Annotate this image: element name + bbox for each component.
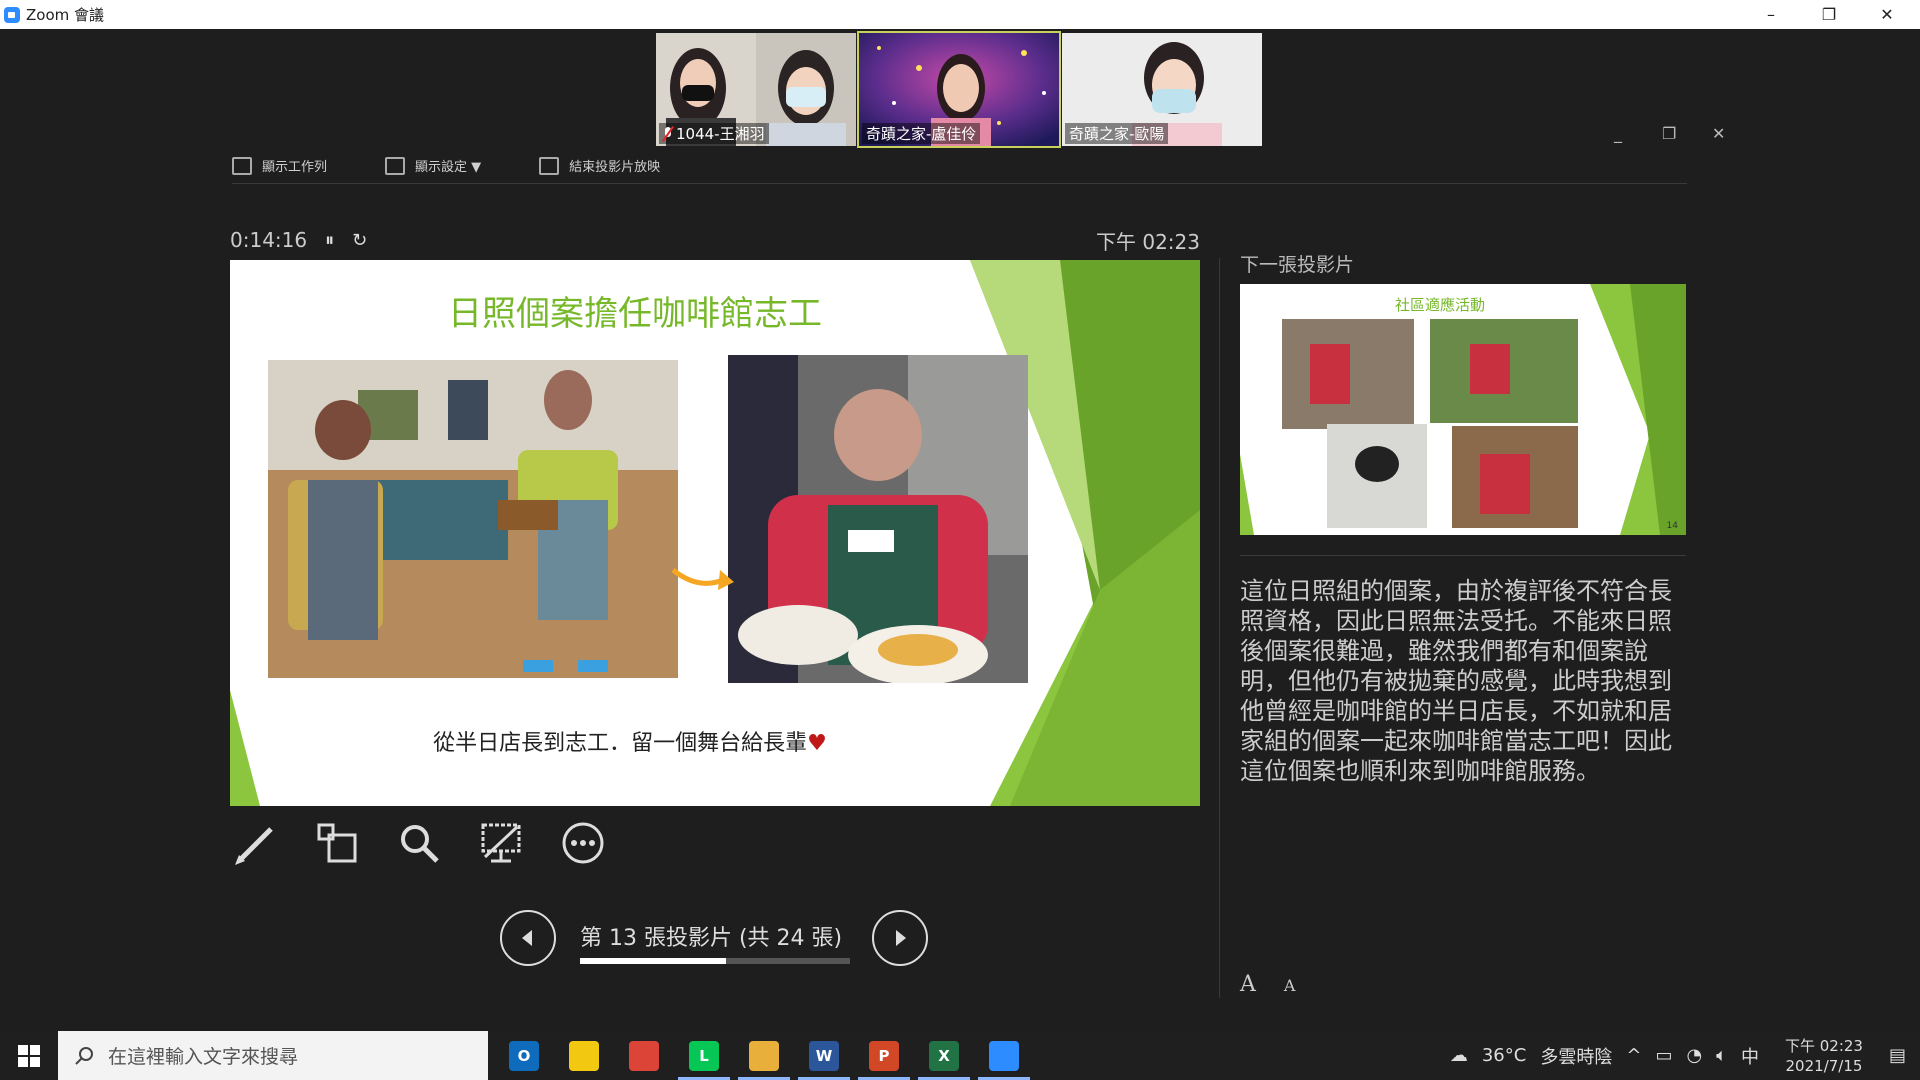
ime-indicator[interactable]: 中 xyxy=(1741,1043,1759,1069)
sticky-notes-icon xyxy=(569,1040,599,1071)
current-slide-panel: 0:14:16 ⏸ ↻ 下午 02:23 xyxy=(230,222,1200,258)
restart-icon[interactable]: ↻ xyxy=(352,230,367,251)
presenter-minimize-button[interactable]: _ xyxy=(1614,124,1622,143)
notification-icon[interactable]: ▤ xyxy=(1889,1045,1906,1066)
powerpoint-icon: P xyxy=(869,1040,899,1071)
current-time: 下午 02:23 xyxy=(1096,229,1200,254)
slide-photo-volunteer xyxy=(728,355,1028,683)
decrease-font-button[interactable]: A xyxy=(1284,976,1296,997)
grid-icon xyxy=(317,823,357,863)
taskbar-app-excel[interactable]: X xyxy=(914,1031,974,1080)
presenter-toolbar: 顯示工作列 顯示設定 ▼ 結束投影片放映 xyxy=(232,148,1687,184)
current-slide[interactable]: 日照個案擔任咖啡館志工 從半日店長到志工．留一個舞台給長輩♥ xyxy=(230,260,1200,806)
next-slide-panel: 下一張投影片 社區適應活動 14 這位日照組的個案，由於複評後不符合長照資格，因… xyxy=(1240,250,1686,786)
start-button[interactable] xyxy=(0,1031,58,1080)
slide-counter: 第 13 張投影片 (共 24 張) xyxy=(580,926,843,951)
end-slideshow-button[interactable]: 結束投影片放映 xyxy=(539,156,660,175)
next-slide-page-number: 14 xyxy=(1666,521,1678,531)
taskbar-app-zoom[interactable] xyxy=(974,1031,1034,1080)
more-options-button[interactable] xyxy=(560,820,606,866)
next-slide-button[interactable] xyxy=(872,910,928,966)
panel-divider xyxy=(1219,258,1220,998)
more-icon xyxy=(562,822,604,864)
network-icon[interactable]: ◔ xyxy=(1686,1045,1702,1066)
weather-desc[interactable]: 多雲時陰 xyxy=(1540,1043,1612,1069)
black-screen-button[interactable] xyxy=(478,820,524,866)
windows-logo-icon xyxy=(18,1044,40,1067)
pen-tool-button[interactable] xyxy=(232,820,278,866)
presenter-restore-button[interactable]: ❐ xyxy=(1662,124,1676,143)
slide-progress-bar[interactable] xyxy=(580,958,850,964)
search-icon xyxy=(75,1046,93,1065)
show-taskbar-button[interactable]: 顯示工作列 xyxy=(232,156,327,175)
display-settings-icon xyxy=(385,156,406,175)
search-placeholder: 在這裡輸入文字來搜尋 xyxy=(108,1046,299,1068)
timer-row: 0:14:16 ⏸ ↻ 下午 02:23 xyxy=(230,222,1200,258)
taskbar-app-powerpoint[interactable]: P xyxy=(854,1031,914,1080)
taskbar-app-sticky-notes[interactable] xyxy=(554,1031,614,1080)
slide-caption: 從半日店長到志工．留一個舞台給長輩♥ xyxy=(433,731,827,756)
chevron-up-icon[interactable]: ^ xyxy=(1626,1045,1641,1066)
outlook-icon: O xyxy=(509,1040,539,1071)
system-tray: ☁ 36°C 多雲時陰 ^ ▭ ◔ 🔈︎ 中 下午 02:23 2021/7/1… xyxy=(1450,1031,1920,1080)
taskbar-app-outlook[interactable]: O xyxy=(494,1031,554,1080)
presenter-tools xyxy=(232,820,606,866)
pause-icon[interactable]: ⏸ xyxy=(325,230,334,251)
presenter-close-button[interactable]: ✕ xyxy=(1712,124,1725,143)
weather-cloud-icon[interactable]: ☁ xyxy=(1450,1045,1468,1066)
battery-icon[interactable]: ▭ xyxy=(1655,1045,1672,1066)
taskbar-app-line[interactable]: L xyxy=(674,1031,734,1080)
volume-icon[interactable]: 🔈︎ xyxy=(1716,1045,1727,1066)
next-slide-thumbnail[interactable]: 社區適應活動 14 xyxy=(1240,284,1686,535)
excel-icon: X xyxy=(929,1040,959,1071)
weather-temp[interactable]: 36°C xyxy=(1482,1045,1526,1066)
increase-font-button[interactable]: A xyxy=(1240,972,1256,997)
taskbar-icon xyxy=(232,156,252,175)
pinned-apps: O L WPX xyxy=(494,1031,1034,1080)
word-icon: W xyxy=(809,1040,839,1071)
screen-off-icon xyxy=(481,823,521,863)
previous-slide-button[interactable] xyxy=(500,910,556,966)
magnifier-icon xyxy=(401,825,439,863)
next-slide-background xyxy=(1240,284,1686,535)
presenter-view: _ ❐ ✕ 顯示工作列 顯示設定 ▼ 結束投影片放映 0:14:16 ⏸ ↻ 下… xyxy=(0,0,1920,1002)
arrow-icon xyxy=(671,568,734,590)
heart-icon: ♥ xyxy=(807,731,827,756)
triangle-left-icon xyxy=(522,930,532,946)
taskbar-app-word[interactable]: W xyxy=(794,1031,854,1080)
pen-icon xyxy=(235,827,273,865)
file-explorer-icon xyxy=(749,1040,779,1071)
next-slide-label: 下一張投影片 xyxy=(1240,254,1355,276)
chrome-icon xyxy=(629,1040,659,1071)
taskbar-app-file-explorer[interactable] xyxy=(734,1031,794,1080)
next-slide-title: 社區適應活動 xyxy=(1394,296,1485,314)
elapsed-timer: 0:14:16 xyxy=(230,228,308,252)
taskbar-clock[interactable]: 下午 02:23 2021/7/15 xyxy=(1773,1036,1875,1076)
slide-title: 日照個案擔任咖啡館志工 xyxy=(448,294,822,334)
see-all-slides-button[interactable] xyxy=(314,820,360,866)
triangle-right-icon xyxy=(896,930,906,946)
slide-progress-fill xyxy=(580,958,727,964)
slide-navigation: 第 13 張投影片 (共 24 張) xyxy=(500,908,930,968)
line-icon: L xyxy=(689,1040,719,1071)
slide-photo-coffee xyxy=(268,360,678,678)
windows-taskbar: 在這裡輸入文字來搜尋 O L WPX ☁ 36°C 多雲時陰 ^ ▭ ◔ 🔈︎ 中 … xyxy=(0,1031,1920,1080)
speaker-notes[interactable]: 這位日照組的個案，由於複評後不符合長照資格，因此日照無法受托。不能來日照後個案很… xyxy=(1240,576,1686,786)
zoom-icon xyxy=(989,1040,1019,1071)
notes-font-size-controls: A A xyxy=(1240,972,1295,997)
taskbar-app-chrome[interactable] xyxy=(614,1031,674,1080)
display-settings-button[interactable]: 顯示設定 ▼ xyxy=(385,156,481,175)
notes-divider xyxy=(1240,555,1686,556)
zoom-slide-button[interactable] xyxy=(396,820,442,866)
taskbar-search-box[interactable]: 在這裡輸入文字來搜尋 xyxy=(58,1031,488,1080)
end-slideshow-icon xyxy=(539,156,560,175)
